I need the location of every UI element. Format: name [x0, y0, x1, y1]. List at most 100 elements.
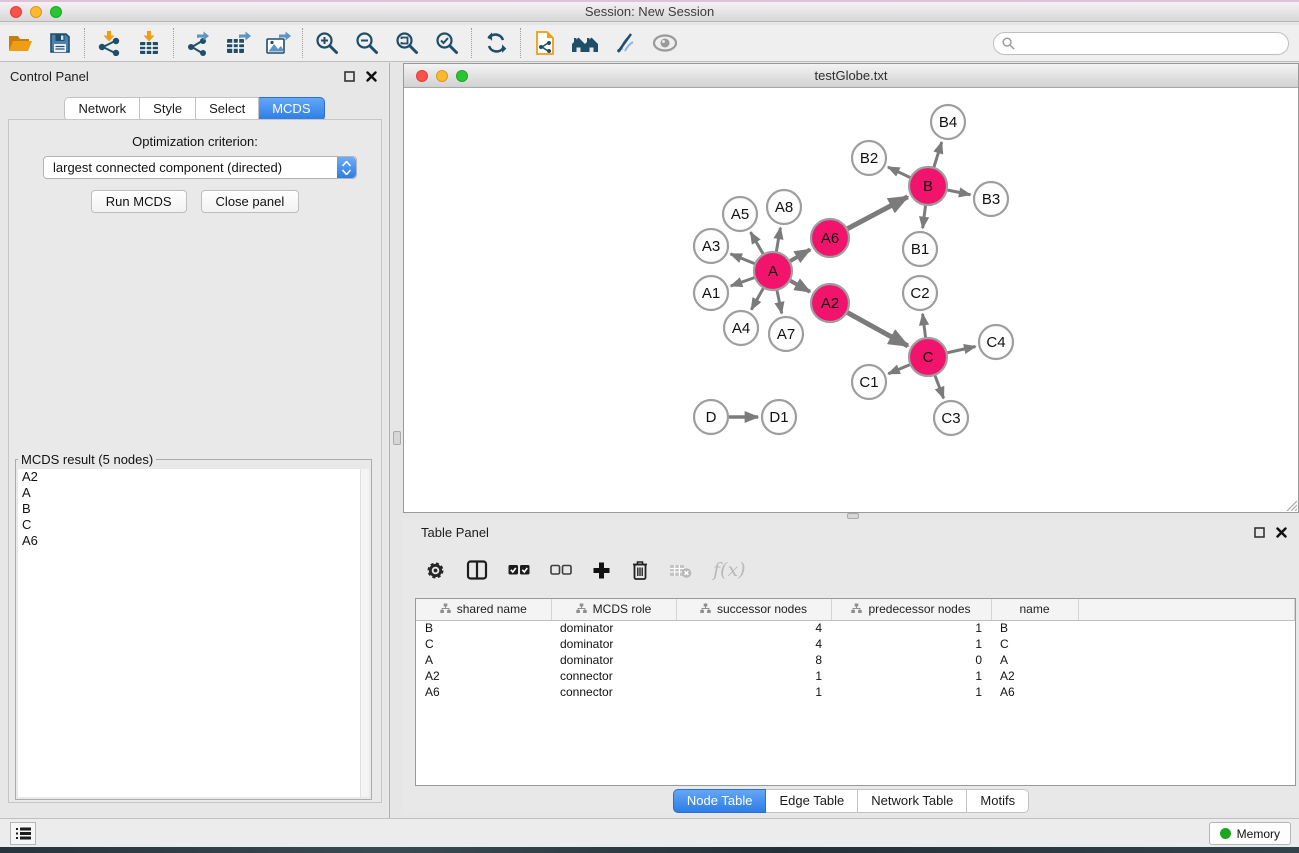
- toolbar-separator: [520, 28, 521, 58]
- table-cell[interactable]: A6: [416, 684, 551, 700]
- table-cell[interactable]: 1: [831, 636, 991, 652]
- run-mcds-button[interactable]: Run MCDS: [91, 190, 187, 213]
- network-graph[interactable]: AA1A3A5A8A6A4A7A2BB2B4B3B1CC2C4C1C3DD1: [404, 88, 1298, 512]
- criterion-select[interactable]: largest connected component (directed): [43, 156, 357, 179]
- optimization-criterion-label: Optimization criterion:: [9, 134, 381, 149]
- column-header-successor-nodes[interactable]: successor nodes: [676, 599, 831, 620]
- select-none-icon[interactable]: [550, 564, 572, 576]
- mcds-result-item[interactable]: A: [18, 485, 369, 501]
- table-cell[interactable]: 1: [831, 684, 991, 700]
- mcds-result-item[interactable]: A2: [18, 469, 369, 485]
- graph-node-label-A2: A2: [821, 295, 839, 312]
- table-cell[interactable]: A: [416, 652, 551, 668]
- search-field[interactable]: [993, 32, 1289, 55]
- table-row[interactable]: Bdominator41B: [416, 620, 1295, 636]
- mcds-result-item[interactable]: A6: [18, 533, 369, 549]
- zoom-selected-icon[interactable]: [427, 27, 467, 59]
- table-cell[interactable]: 1: [831, 620, 991, 636]
- export-network-icon[interactable]: [178, 27, 218, 59]
- table-cell[interactable]: connector: [551, 668, 676, 684]
- table-row[interactable]: A6connector11A6: [416, 684, 1295, 700]
- table-cell[interactable]: dominator: [551, 652, 676, 668]
- tab-mcds[interactable]: MCDS: [259, 97, 324, 121]
- column-header-predecessor-nodes[interactable]: predecessor nodes: [831, 599, 991, 620]
- table-cell[interactable]: A: [991, 652, 1078, 668]
- node-table[interactable]: shared nameMCDS rolesuccessor nodesprede…: [415, 598, 1296, 786]
- table-row[interactable]: Cdominator41C: [416, 636, 1295, 652]
- table-cell[interactable]: C: [991, 636, 1078, 652]
- vertical-splitter-handle[interactable]: [393, 431, 401, 445]
- hide-style-icon[interactable]: [605, 27, 645, 59]
- table-cell[interactable]: 0: [831, 652, 991, 668]
- split-columns-icon[interactable]: [466, 560, 488, 580]
- table-cell[interactable]: dominator: [551, 620, 676, 636]
- mcds-result-item[interactable]: C: [18, 517, 369, 533]
- graph-node-label-A: A: [768, 263, 778, 280]
- graph-node-label-C3: C3: [941, 410, 960, 427]
- tab-network[interactable]: Network: [64, 97, 140, 121]
- zoom-in-icon[interactable]: [307, 27, 347, 59]
- table-cell[interactable]: 4: [676, 620, 831, 636]
- table-cell[interactable]: connector: [551, 684, 676, 700]
- close-panel-icon[interactable]: [363, 68, 379, 84]
- float-panel-icon[interactable]: [341, 68, 357, 84]
- tab-edge-table[interactable]: Edge Table: [766, 789, 858, 813]
- tab-network-table[interactable]: Network Table: [858, 789, 967, 813]
- gear-icon[interactable]: [425, 560, 446, 581]
- table-cell[interactable]: 1: [676, 668, 831, 684]
- table-cell[interactable]: 1: [831, 668, 991, 684]
- show-graphics-icon[interactable]: [645, 27, 685, 59]
- resize-grip-icon[interactable]: [1283, 497, 1297, 511]
- tab-motifs[interactable]: Motifs: [967, 789, 1029, 813]
- import-table-icon[interactable]: [129, 27, 169, 59]
- column-header-shared-name[interactable]: shared name: [416, 599, 551, 620]
- tab-node-table[interactable]: Node Table: [673, 789, 767, 813]
- table-cell[interactable]: B: [991, 620, 1078, 636]
- column-header-name[interactable]: name: [991, 599, 1078, 620]
- zoom-out-icon[interactable]: [347, 27, 387, 59]
- graph-node-label-A4: A4: [732, 320, 750, 337]
- column-header-empty: [1078, 599, 1295, 620]
- export-table-icon[interactable]: [218, 27, 258, 59]
- toolbar-separator: [471, 28, 472, 58]
- table-cell[interactable]: C: [416, 636, 551, 652]
- mcds-tab-content: Optimization criterion: largest connecte…: [8, 119, 382, 803]
- export-image-icon[interactable]: [258, 27, 298, 59]
- open-session-icon[interactable]: [0, 27, 40, 59]
- refresh-icon[interactable]: [476, 27, 516, 59]
- tab-style[interactable]: Style: [140, 97, 196, 121]
- import-network-icon[interactable]: [89, 27, 129, 59]
- memory-button[interactable]: Memory: [1209, 822, 1291, 845]
- network-from-file-icon[interactable]: [525, 27, 565, 59]
- table-cell[interactable]: 8: [676, 652, 831, 668]
- select-all-icon[interactable]: [508, 564, 530, 576]
- zoom-fit-icon[interactable]: [387, 27, 427, 59]
- mcds-result-list[interactable]: A2ABCA6: [18, 469, 369, 797]
- table-cell[interactable]: A2: [416, 668, 551, 684]
- window-titlebar: Session: New Session: [0, 0, 1299, 22]
- tab-select[interactable]: Select: [196, 97, 259, 121]
- table-row[interactable]: A2connector11A2: [416, 668, 1295, 684]
- column-header-MCDS-role[interactable]: MCDS role: [551, 599, 676, 620]
- mcds-result-item[interactable]: B: [18, 501, 369, 517]
- task-history-button[interactable]: [10, 822, 36, 845]
- home-icon[interactable]: [565, 27, 605, 59]
- scrollbar[interactable]: [360, 469, 369, 797]
- main-toolbar: [0, 25, 1299, 62]
- search-input[interactable]: [1015, 35, 1288, 53]
- close-panel-button[interactable]: Close panel: [201, 190, 300, 213]
- table-row[interactable]: Adominator80A: [416, 652, 1295, 668]
- table-cell[interactable]: A6: [991, 684, 1078, 700]
- table-cell[interactable]: dominator: [551, 636, 676, 652]
- save-session-icon[interactable]: [40, 27, 80, 59]
- add-column-icon[interactable]: [592, 561, 611, 580]
- network-canvas[interactable]: AA1A3A5A8A6A4A7A2BB2B4B3B1CC2C4C1C3DD1: [404, 88, 1298, 512]
- table-cell[interactable]: B: [416, 620, 551, 636]
- graph-node-label-B: B: [923, 178, 933, 195]
- table-cell[interactable]: A2: [991, 668, 1078, 684]
- delete-column-icon[interactable]: [631, 560, 649, 581]
- close-panel-icon[interactable]: [1273, 524, 1289, 540]
- float-panel-icon[interactable]: [1251, 524, 1267, 540]
- table-cell[interactable]: 4: [676, 636, 831, 652]
- table-cell[interactable]: 1: [676, 684, 831, 700]
